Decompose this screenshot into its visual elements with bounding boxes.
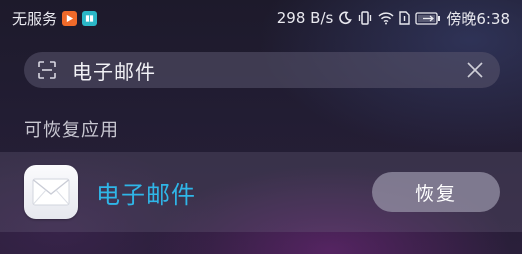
- search-input[interactable]: 电子邮件: [72, 56, 464, 85]
- restore-button[interactable]: 恢复: [372, 172, 500, 212]
- network-speed-text: 298 B/s: [276, 9, 334, 27]
- do-not-disturb-moon-icon: [338, 10, 353, 26]
- screen: 无服务 298 B/s 傍晚6:38 电子邮件 可恢复应用 电子邮件 恢复: [0, 0, 522, 254]
- clear-icon[interactable]: [464, 59, 486, 81]
- status-right: 298 B/s 傍晚6:38: [277, 8, 510, 29]
- status-bar: 无服务 298 B/s 傍晚6:38: [0, 0, 522, 36]
- carrier-text: 无服务: [12, 9, 58, 28]
- list-item-email-app[interactable]: 电子邮件 恢复: [0, 152, 522, 232]
- search-bar[interactable]: 电子邮件: [24, 52, 500, 88]
- reader-app-notification-icon: [82, 10, 98, 26]
- video-app-notification-icon: [62, 10, 78, 26]
- email-envelope-icon: [24, 165, 78, 219]
- sim-icon: [399, 10, 411, 26]
- section-title: 可恢复应用: [24, 120, 119, 141]
- battery-icon: [415, 10, 441, 26]
- scan-icon[interactable]: [36, 59, 58, 81]
- status-left: 无服务: [12, 8, 98, 29]
- vibrate-icon: [357, 10, 373, 26]
- clock-text: 傍晚6:38: [446, 9, 510, 28]
- app-name: 电子邮件: [96, 180, 196, 209]
- wifi-icon: [378, 10, 394, 26]
